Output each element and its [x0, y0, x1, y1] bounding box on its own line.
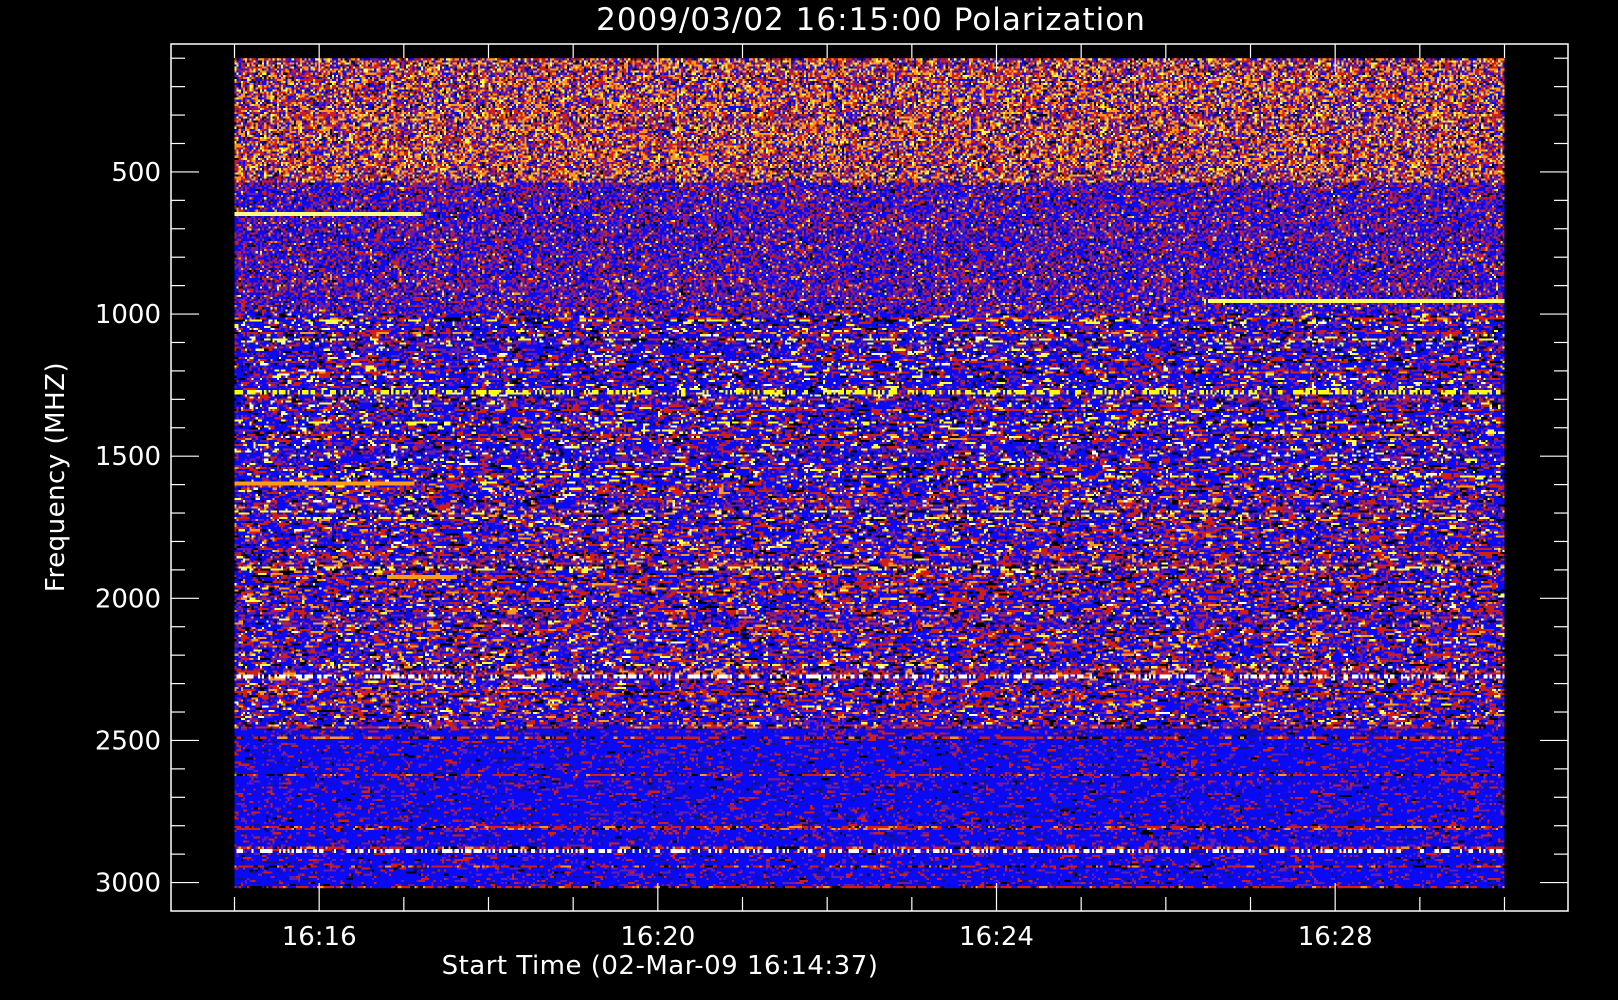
x-tick-label: 16:16: [282, 922, 357, 952]
x-tick-label: 16:20: [620, 922, 695, 952]
polarization-spectrogram: 2009/03/02 16:15:00 Polarization 16:16 16…: [0, 0, 1618, 1000]
x-axis-label: Start Time (02-Mar-09 16:14:37): [442, 951, 879, 981]
spectrogram-heatmap: [234, 58, 1505, 889]
y-tick-label: 1500: [95, 442, 161, 472]
y-axis-label: Frequency (MHZ): [41, 362, 71, 592]
y-tick-label: 1000: [95, 300, 161, 330]
y-tick-label: 2000: [95, 584, 161, 614]
y-tick-label: 3000: [95, 869, 161, 899]
y-tick-label: 2500: [95, 726, 161, 756]
x-tick-label: 16:24: [959, 922, 1034, 952]
y-tick-label: 500: [111, 158, 161, 188]
x-tick-label: 16:28: [1298, 922, 1373, 952]
spectrogram-image: [234, 58, 1505, 889]
chart-title: 2009/03/02 16:15:00 Polarization: [596, 2, 1146, 38]
